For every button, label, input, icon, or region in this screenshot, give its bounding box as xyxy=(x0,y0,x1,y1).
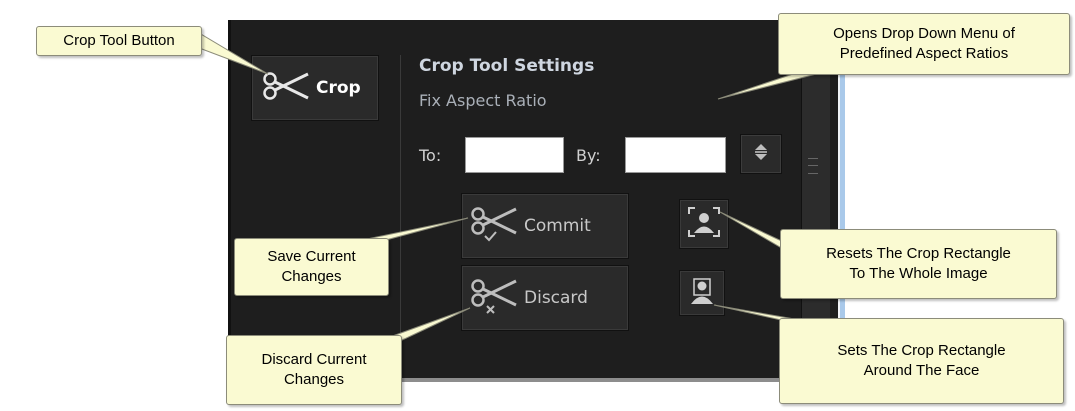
crop-tool-callout: Crop Tool Button xyxy=(36,26,202,56)
save-callout-line1: Save Current xyxy=(267,247,356,265)
crop-tool-button[interactable]: Crop xyxy=(251,55,379,121)
aspect-ratio-callout: Opens Drop Down Menu of Predefined Aspec… xyxy=(778,13,1070,75)
panel-divider xyxy=(400,55,401,355)
face-crop-icon xyxy=(689,277,715,309)
save-callout-line2: Changes xyxy=(281,268,342,285)
by-input[interactable] xyxy=(625,137,726,173)
crop-settings-title: Crop Tool Settings xyxy=(419,56,595,76)
discard-changes-callout: Discard Current Changes xyxy=(226,335,402,405)
discard-callout-line1: Discard Current xyxy=(261,350,367,368)
reset-crop-icon xyxy=(686,205,722,243)
up-down-arrows-icon xyxy=(754,143,768,165)
ratio-callout-line1: Opens Drop Down Menu of xyxy=(833,24,1015,42)
face-callout-line2: Around The Face xyxy=(863,362,980,379)
by-label: By: xyxy=(576,146,601,165)
commit-button[interactable]: Commit xyxy=(461,193,629,259)
scissors-check-icon xyxy=(470,204,520,248)
commit-label: Commit xyxy=(524,216,591,236)
reset-callout-line2: To The Whole Image xyxy=(849,265,988,282)
reset-callout-line1: Resets The Crop Rectangle xyxy=(826,244,1011,262)
to-input[interactable] xyxy=(465,137,564,173)
scissors-icon xyxy=(262,71,310,105)
discard-callout-line2: Changes xyxy=(283,371,345,388)
save-changes-callout: Save Current Changes xyxy=(234,238,389,296)
face-crop-button[interactable] xyxy=(679,270,725,316)
crop-button-label: Crop xyxy=(316,78,361,98)
ratio-callout-line2: Predefined Aspect Ratios xyxy=(839,45,1009,62)
face-callout-line1: Sets The Crop Rectangle xyxy=(837,341,1006,359)
reset-crop-callout: Resets The Crop Rectangle To The Whole I… xyxy=(780,229,1057,299)
crop-callout-text: Crop Tool Button xyxy=(63,31,175,49)
scrollbar-grip[interactable] xyxy=(808,158,818,174)
to-label: To: xyxy=(419,146,442,165)
discard-button[interactable]: Discard xyxy=(461,265,629,331)
aspect-ratio-dropdown-button[interactable] xyxy=(740,134,782,174)
face-crop-callout: Sets The Crop Rectangle Around The Face xyxy=(779,318,1064,404)
discard-label: Discard xyxy=(524,288,588,308)
reset-crop-button[interactable] xyxy=(679,199,729,249)
fix-aspect-ratio-label: Fix Aspect Ratio xyxy=(419,91,547,110)
scissors-x-icon xyxy=(470,276,520,320)
